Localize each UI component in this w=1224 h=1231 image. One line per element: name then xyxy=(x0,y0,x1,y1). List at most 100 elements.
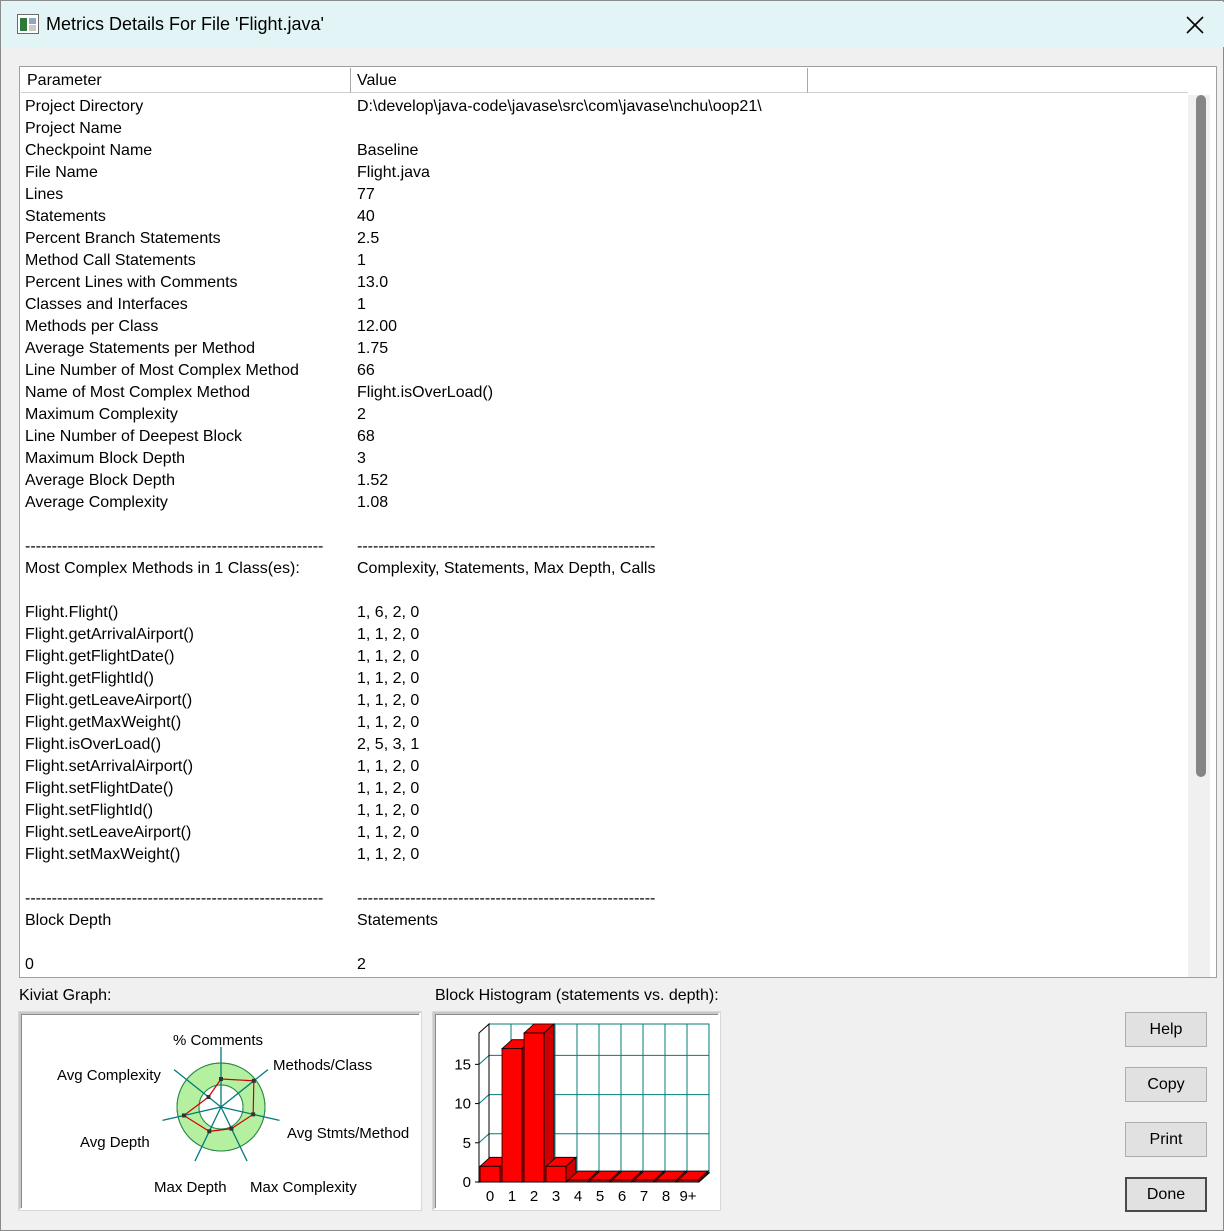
vertical-scrollbar[interactable] xyxy=(1188,95,1210,977)
value-cell: 3 xyxy=(357,450,366,467)
value-cell: 1, 1, 2, 0 xyxy=(357,846,420,863)
table-row[interactable]: Statements 40 xyxy=(25,206,1185,228)
parameter-cell: Line Number of Deepest Block xyxy=(25,428,242,445)
table-row[interactable] xyxy=(25,514,1185,536)
table-row[interactable]: Flight.setLeaveAirport() 1, 1, 2, 0 xyxy=(25,822,1185,844)
histogram-x-tick-label: 9+ xyxy=(679,1188,696,1205)
table-row[interactable]: File Name Flight.java xyxy=(25,162,1185,184)
table-row[interactable]: ----------------------------------------… xyxy=(25,536,1185,558)
kiviat-axis-label: Max Complexity xyxy=(250,1179,357,1196)
metrics-report-list[interactable]: Parameter Value Project Directory D:\deve… xyxy=(19,66,1217,978)
parameter-cell: Flight.getLeaveAirport() xyxy=(25,692,193,709)
value-cell: 1.75 xyxy=(357,340,389,357)
table-row[interactable] xyxy=(25,580,1185,602)
parameter-cell: Flight.isOverLoad() xyxy=(25,736,162,753)
value-cell: Flight.isOverLoad() xyxy=(357,384,494,401)
value-cell: 1 xyxy=(357,296,366,313)
histogram-side-wall xyxy=(478,1022,490,1184)
table-row[interactable]: Flight.getLeaveAirport() 1, 1, 2, 0 xyxy=(25,690,1185,712)
print-button[interactable]: Print xyxy=(1125,1122,1207,1157)
parameter-cell: Flight.getFlightId() xyxy=(25,670,154,687)
value-cell: 1.08 xyxy=(357,494,389,511)
table-row[interactable]: Most Complex Methods in 1 Class(es): Comp… xyxy=(25,558,1185,580)
histogram-x-tick-label: 2 xyxy=(530,1188,538,1205)
table-row[interactable]: Checkpoint Name Baseline xyxy=(25,140,1185,162)
table-row[interactable]: Flight.setMaxWeight() 1, 1, 2, 0 xyxy=(25,844,1185,866)
parameter-cell: Percent Branch Statements xyxy=(25,230,221,247)
table-row[interactable] xyxy=(25,866,1185,888)
done-button[interactable]: Done xyxy=(1125,1177,1207,1212)
table-row[interactable]: Project Name xyxy=(25,118,1185,140)
help-button[interactable]: Help xyxy=(1125,1012,1207,1047)
table-row[interactable]: Block Depth Statements xyxy=(25,910,1185,932)
table-row[interactable]: Average Block Depth 1.52 xyxy=(25,470,1185,492)
value-cell: 2 xyxy=(357,406,366,423)
scrollbar-thumb[interactable] xyxy=(1196,95,1206,777)
kiviat-axis-label: Methods/Class xyxy=(273,1057,372,1074)
value-cell: Baseline xyxy=(357,142,419,159)
column-header-parameter[interactable]: Parameter xyxy=(21,68,351,93)
kiviat-graph: % Comments Methods/Class Avg Stmts/Method M… xyxy=(57,1032,409,1196)
parameter-cell: ----------------------------------------… xyxy=(25,890,324,907)
table-row[interactable]: Methods per Class 12.00 xyxy=(25,316,1185,338)
parameter-cell: Classes and Interfaces xyxy=(25,296,188,313)
table-row[interactable]: Flight.isOverLoad() 2, 5, 3, 1 xyxy=(25,734,1185,756)
title-bar: Metrics Details For File 'Flight.java' xyxy=(2,2,1224,47)
kiviat-metric-point xyxy=(206,1095,211,1100)
column-header-value[interactable]: Value xyxy=(351,68,808,93)
histogram-bar-front xyxy=(589,1179,611,1183)
value-cell: 1, 1, 2, 0 xyxy=(357,802,420,819)
table-row[interactable] xyxy=(25,932,1185,954)
table-row[interactable]: Flight.setFlightId() 1, 1, 2, 0 xyxy=(25,800,1185,822)
close-button[interactable] xyxy=(1170,6,1220,44)
column-header-filler xyxy=(808,68,1188,93)
value-cell: 1, 1, 2, 0 xyxy=(357,626,420,643)
kiviat-axis-label: Avg Stmts/Method xyxy=(287,1125,409,1142)
kiviat-axis-label: Max Depth xyxy=(154,1179,227,1196)
report-rows: Project Directory D:\develop\java-code\ja… xyxy=(25,96,1185,976)
parameter-cell: Flight.setArrivalAirport() xyxy=(25,758,194,775)
table-row[interactable]: Line Number of Deepest Block 68 xyxy=(25,426,1185,448)
table-row[interactable]: ----------------------------------------… xyxy=(25,888,1185,910)
table-row[interactable]: Flight.getFlightDate() 1, 1, 2, 0 xyxy=(25,646,1185,668)
parameter-cell: Checkpoint Name xyxy=(25,142,153,159)
table-row[interactable]: Average Complexity 1.08 xyxy=(25,492,1185,514)
table-row[interactable]: Project Directory D:\develop\java-code\ja… xyxy=(25,96,1185,118)
parameter-cell: Most Complex Methods in 1 Class(es): xyxy=(25,560,300,577)
table-row[interactable]: Name of Most Complex Method Flight.isOver… xyxy=(25,382,1185,404)
histogram-y-tick-label: 10 xyxy=(454,1096,471,1113)
table-row[interactable]: 02 xyxy=(25,954,1185,976)
table-row[interactable]: Lines 77 xyxy=(25,184,1185,206)
table-row[interactable]: Average Statements per Method 1.75 xyxy=(25,338,1185,360)
value-cell: Statements xyxy=(357,912,438,929)
parameter-cell: Average Block Depth xyxy=(25,472,176,489)
app-icon xyxy=(17,14,39,34)
table-row[interactable]: Classes and Interfaces 1 xyxy=(25,294,1185,316)
table-row[interactable]: Line Number of Most Complex Method 66 xyxy=(25,360,1185,382)
value-cell: 1, 1, 2, 0 xyxy=(357,780,420,797)
value-cell: 1, 6, 2, 0 xyxy=(357,604,420,621)
value-cell: 77 xyxy=(357,186,375,203)
table-row[interactable]: Maximum Block Depth 3 xyxy=(25,448,1185,470)
histogram-x-tick-label: 5 xyxy=(596,1188,604,1205)
copy-button[interactable]: Copy xyxy=(1125,1067,1207,1102)
table-row[interactable]: Flight.getMaxWeight() 1, 1, 2, 0 xyxy=(25,712,1185,734)
table-row[interactable]: Flight.setFlightDate() 1, 1, 2, 0 xyxy=(25,778,1185,800)
histogram-bar xyxy=(522,1023,556,1183)
table-row[interactable]: Flight.setArrivalAirport() 1, 1, 2, 0 xyxy=(25,756,1185,778)
value-cell: 2 xyxy=(357,956,366,973)
parameter-cell: Maximum Complexity xyxy=(25,406,178,423)
parameter-cell: Flight.setLeaveAirport() xyxy=(25,824,192,841)
table-row[interactable]: Method Call Statements 1 xyxy=(25,250,1185,272)
parameter-cell: Methods per Class xyxy=(25,318,159,335)
table-row[interactable]: Maximum Complexity 2 xyxy=(25,404,1185,426)
table-row[interactable]: Percent Branch Statements 2.5 xyxy=(25,228,1185,250)
kiviat-metric-point xyxy=(229,1126,234,1131)
value-cell: 1, 1, 2, 0 xyxy=(357,648,420,665)
table-row[interactable]: Flight.Flight() 1, 6, 2, 0 xyxy=(25,602,1185,624)
parameter-cell: Flight.setFlightId() xyxy=(25,802,154,819)
table-row[interactable]: Percent Lines with Comments 13.0 xyxy=(25,272,1185,294)
histogram-x-tick-label: 7 xyxy=(640,1188,648,1205)
table-row[interactable]: Flight.getFlightId() 1, 1, 2, 0 xyxy=(25,668,1185,690)
table-row[interactable]: Flight.getArrivalAirport() 1, 1, 2, 0 xyxy=(25,624,1185,646)
